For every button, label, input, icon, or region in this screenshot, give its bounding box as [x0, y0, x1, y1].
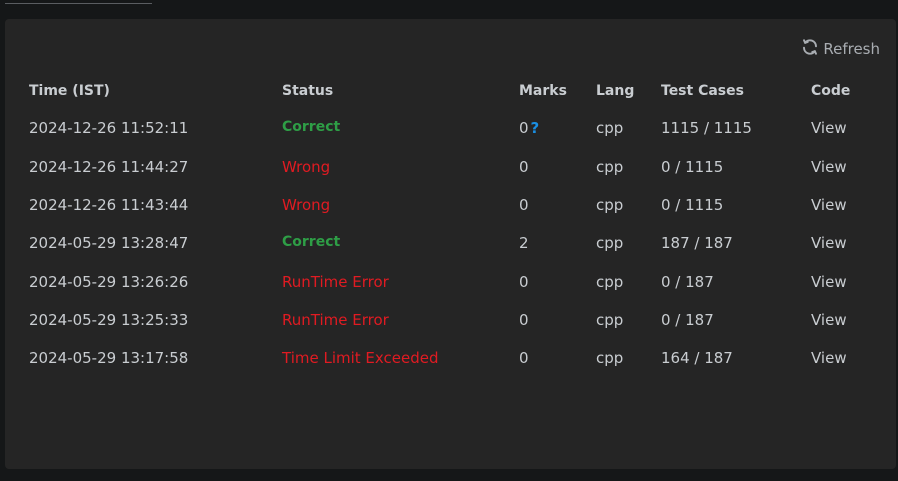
- view-code-link[interactable]: View: [811, 273, 847, 291]
- submission-test-cases: 0 / 187: [661, 273, 714, 291]
- submission-status: Wrong: [282, 158, 331, 176]
- submission-marks: 0: [519, 196, 529, 214]
- view-code-link[interactable]: View: [811, 311, 847, 329]
- header-status: Status: [282, 83, 334, 99]
- marks-value: 0: [519, 349, 529, 367]
- submission-time: 2024-05-29 13:17:58: [29, 349, 189, 367]
- header-code: Code: [811, 83, 851, 99]
- table-header: Time (IST) Status Marks Lang Test Cases …: [5, 83, 896, 103]
- view-code-link[interactable]: View: [811, 158, 847, 176]
- submission-time: 2024-12-26 11:44:27: [29, 158, 189, 176]
- refresh-icon: [801, 38, 819, 60]
- submission-test-cases: 0 / 187: [661, 311, 714, 329]
- help-icon[interactable]: ?: [531, 119, 540, 137]
- marks-value: 0: [519, 158, 529, 176]
- marks-value: 0: [519, 196, 529, 214]
- submission-marks: 0?: [519, 119, 539, 137]
- marks-value: 0: [519, 273, 529, 291]
- refresh-button[interactable]: Refresh: [801, 38, 880, 60]
- table-row: 2024-05-29 13:28:47 Correct 2 cpp 187 / 187 V…: [5, 234, 896, 254]
- submission-status: Wrong: [282, 196, 331, 214]
- submission-test-cases: 0 / 1115: [661, 196, 724, 214]
- submission-time: 2024-05-29 13:26:26: [29, 273, 189, 291]
- submission-lang: cpp: [596, 196, 624, 214]
- table-row: 2024-12-26 11:44:27 Wrong 0 cpp 0 / 1115 View: [5, 158, 896, 178]
- table-row: 2024-12-26 11:43:44 Wrong 0 cpp 0 / 1115 View: [5, 196, 896, 216]
- active-tab-indicator: [5, 0, 152, 4]
- submission-marks: 0: [519, 273, 529, 291]
- submission-status: RunTime Error: [282, 311, 389, 329]
- view-code-link[interactable]: View: [811, 234, 847, 252]
- submission-test-cases: 164 / 187: [661, 349, 733, 367]
- header-lang: Lang: [596, 83, 635, 99]
- submission-time: 2024-12-26 11:52:11: [29, 119, 189, 137]
- submission-time: 2024-05-29 13:25:33: [29, 311, 189, 329]
- header-time: Time (IST): [29, 83, 110, 99]
- submission-test-cases: 1115 / 1115: [661, 119, 752, 137]
- table-row: 2024-05-29 13:17:58 Time Limit Exceeded 0 c…: [5, 349, 896, 369]
- submission-marks: 2: [519, 234, 529, 252]
- submission-lang: cpp: [596, 158, 624, 176]
- submission-time: 2024-05-29 13:28:47: [29, 234, 189, 252]
- submission-marks: 0: [519, 311, 529, 329]
- refresh-label: Refresh: [823, 40, 880, 58]
- submission-test-cases: 187 / 187: [661, 234, 733, 252]
- submission-status: Correct: [282, 234, 341, 250]
- submission-lang: cpp: [596, 234, 624, 252]
- submission-status: RunTime Error: [282, 273, 389, 291]
- header-test-cases: Test Cases: [661, 83, 744, 99]
- submission-marks: 0: [519, 158, 529, 176]
- submission-status: Time Limit Exceeded: [282, 349, 439, 367]
- marks-value: 0: [519, 311, 529, 329]
- table-row: 2024-05-29 13:26:26 RunTime Error 0 cpp 0 / …: [5, 273, 896, 293]
- submission-test-cases: 0 / 1115: [661, 158, 724, 176]
- submission-marks: 0: [519, 349, 529, 367]
- submission-lang: cpp: [596, 273, 624, 291]
- submission-lang: cpp: [596, 311, 624, 329]
- view-code-link[interactable]: View: [811, 119, 847, 137]
- table-row: 2024-05-29 13:25:33 RunTime Error 0 cpp 0 / …: [5, 311, 896, 331]
- view-code-link[interactable]: View: [811, 196, 847, 214]
- table-row: 2024-12-26 11:52:11 Correct 0? cpp 1115 / 11…: [5, 119, 896, 139]
- header-marks: Marks: [519, 83, 567, 99]
- submission-time: 2024-12-26 11:43:44: [29, 196, 189, 214]
- submission-status: Correct: [282, 119, 341, 135]
- submission-lang: cpp: [596, 119, 624, 137]
- marks-value: 0: [519, 119, 529, 137]
- submission-lang: cpp: [596, 349, 624, 367]
- marks-value: 2: [519, 234, 529, 252]
- view-code-link[interactable]: View: [811, 349, 847, 367]
- submissions-panel: Refresh Time (IST) Status Marks Lang Tes…: [5, 19, 896, 469]
